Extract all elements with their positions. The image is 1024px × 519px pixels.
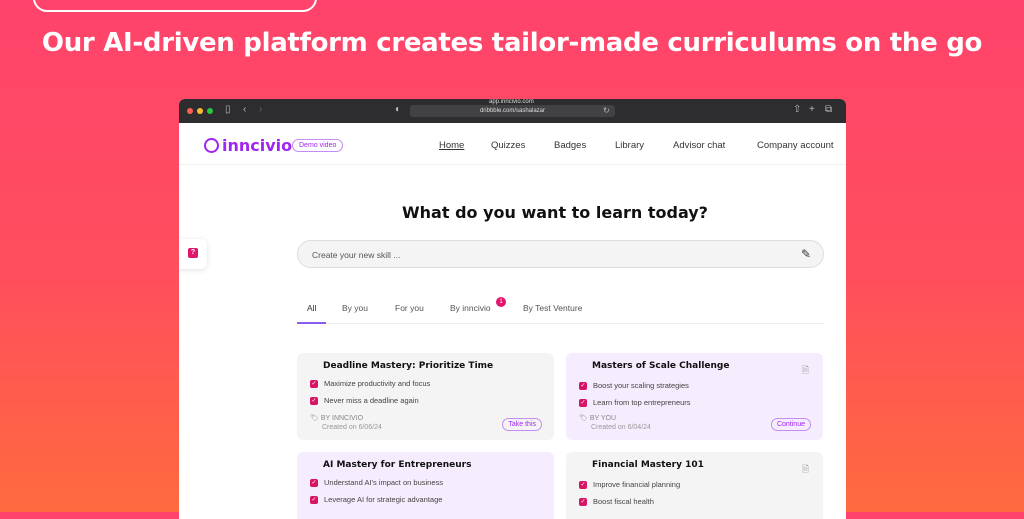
continue-button[interactable]: Continue — [770, 418, 811, 431]
checkbox-icon: ✓ — [579, 480, 587, 489]
card-author: 🏷︎ BY YOU — [579, 415, 617, 422]
quiz-side-button[interactable]: ? — [179, 239, 207, 269]
reload-icon[interactable]: ↻ — [603, 106, 610, 115]
checkbox-icon: ✓ — [579, 398, 587, 407]
shield-icon: ◐ — [395, 104, 402, 115]
top-nav: inncivio Demo video Home Quizzes Badges … — [179, 123, 846, 165]
course-card[interactable]: Masters of Scale Challenge 🗎 ✓ Boost your… — [566, 353, 823, 440]
maximize-dot[interactable] — [207, 108, 213, 114]
back-icon[interactable]: ‹ — [243, 104, 246, 115]
checkbox-icon: ✓ — [310, 379, 318, 388]
close-dot[interactable] — [187, 108, 193, 114]
card-created: Created on 6/06/24 — [322, 424, 382, 431]
card-title: Financial Mastery 101 — [592, 460, 704, 470]
card-item: ✓ Leverage AI for strategic advantage — [310, 495, 443, 504]
quiz-icon: ? — [188, 248, 198, 258]
tab-by-you[interactable]: By you — [342, 303, 368, 313]
checkbox-icon: ✓ — [310, 478, 318, 487]
sidebar-icon[interactable]: ▯ — [225, 104, 231, 115]
card-item: ✓ Boost your scaling strategies — [579, 381, 689, 390]
browser-titlebar: ▯ ‹ › ◐ app.inncivio.com dribbble.com/sa… — [179, 99, 846, 123]
document-icon[interactable]: 🗎 — [802, 462, 809, 478]
minimize-dot[interactable] — [197, 108, 203, 114]
card-item: ✓ Boost fiscal health — [579, 497, 654, 506]
card-title: Deadline Mastery: Prioritize Time — [323, 361, 494, 371]
main-question: What do you want to learn today? — [402, 203, 708, 222]
skill-input[interactable]: Create your new skill ... ✎ — [297, 240, 824, 268]
nav-quizzes[interactable]: Quizzes — [491, 140, 525, 151]
card-item: ✓ Understand AI's impact on business — [310, 478, 443, 487]
card-title: AI Mastery for Entrepreneurs — [323, 460, 472, 470]
tabs-icon[interactable]: ⧉ — [825, 104, 832, 115]
document-icon[interactable]: 🗎 — [802, 363, 809, 379]
logo-icon — [204, 138, 219, 153]
course-card[interactable]: Deadline Mastery: Prioritize Time ✓ Maxim… — [297, 353, 554, 440]
tag-icon: 🏷︎ — [579, 415, 588, 422]
cta-button-outline[interactable] — [33, 0, 317, 12]
tab-by-inncivio[interactable]: By inncivio — [450, 303, 491, 313]
nav-company-account[interactable]: Company account — [757, 140, 834, 151]
tab-for-you[interactable]: For you — [395, 303, 424, 313]
nav-badges[interactable]: Badges — [554, 140, 586, 151]
browser-window: ▯ ‹ › ◐ app.inncivio.com dribbble.com/sa… — [179, 99, 846, 519]
share-icon[interactable]: ⇧ — [793, 104, 801, 115]
filter-tabs: All By you For you By inncivio 1 By Test… — [297, 295, 824, 324]
card-title: Masters of Scale Challenge — [592, 361, 730, 371]
card-item: ✓ Maximize productivity and focus — [310, 379, 431, 388]
take-this-button[interactable]: Take this — [502, 418, 542, 431]
nav-home[interactable]: Home — [439, 140, 464, 151]
notification-badge: 1 — [496, 297, 506, 307]
card-item: ✓ Improve financial planning — [579, 480, 681, 489]
tab-all[interactable]: All — [307, 303, 316, 313]
new-tab-icon[interactable]: + — [809, 104, 815, 115]
checkbox-icon: ✓ — [579, 381, 587, 390]
tag-icon: 🏷︎ — [310, 415, 319, 422]
checkbox-icon: ✓ — [310, 396, 318, 405]
card-item: ✓ Learn from top entrepreneurs — [579, 398, 691, 407]
nav-advisor-chat[interactable]: Advisor chat — [673, 140, 725, 151]
nav-library[interactable]: Library — [615, 140, 644, 151]
active-tab-indicator — [297, 322, 326, 324]
forward-icon[interactable]: › — [259, 104, 262, 115]
course-card[interactable]: AI Mastery for Entrepreneurs ✓ Understand… — [297, 452, 554, 519]
tab-by-test-venture[interactable]: By Test Venture — [523, 303, 582, 313]
course-card[interactable]: Financial Mastery 101 🗎 ✓ Improve financi… — [566, 452, 823, 519]
card-created: Created on 6/04/24 — [591, 424, 651, 431]
logo[interactable]: inncivio — [204, 136, 292, 155]
url-text: dribbble.com/sashalazar — [479, 108, 546, 114]
card-author: 🏷︎ BY INNCIVIO — [310, 415, 364, 422]
headline: Our AI-driven platform creates tailor-ma… — [41, 28, 983, 58]
checkbox-icon: ✓ — [579, 497, 587, 506]
address-bar[interactable]: dribbble.com/sashalazar — [410, 105, 615, 117]
demo-video-button[interactable]: Demo video — [292, 139, 344, 152]
skill-input-placeholder: Create your new skill ... — [312, 250, 401, 260]
card-item: ✓ Never miss a deadline again — [310, 396, 419, 405]
logo-text: inncivio — [222, 136, 293, 155]
pencil-icon[interactable]: ✎ — [801, 247, 811, 261]
checkbox-icon: ✓ — [310, 495, 318, 504]
